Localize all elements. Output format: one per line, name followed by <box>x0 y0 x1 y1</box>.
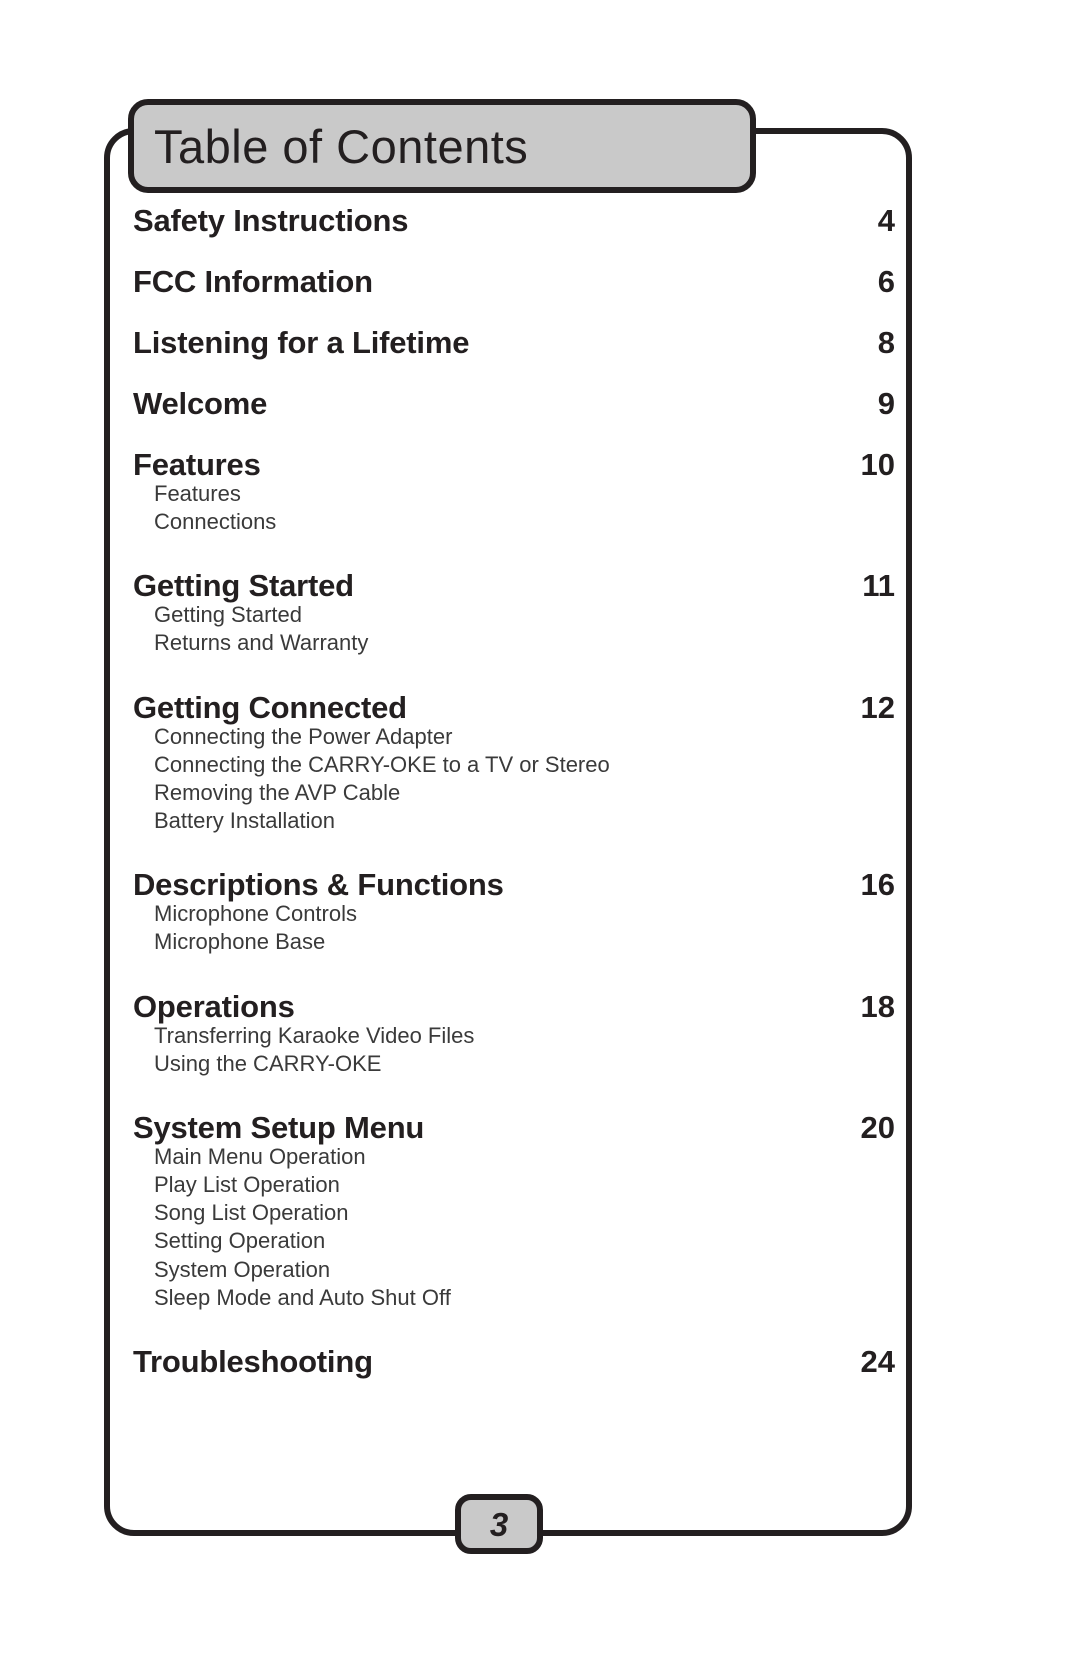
toc-entry-row[interactable]: Getting Connected 12 <box>133 692 895 723</box>
toc-entry-page-number: 24 <box>860 1343 895 1379</box>
toc-entry-row[interactable]: FCC Information 6 <box>133 266 895 297</box>
toc-entry-row[interactable]: Welcome 9 <box>133 388 895 419</box>
toc-entry-spacer <box>133 1312 895 1346</box>
toc-entry[interactable]: Descriptions & Functions 16 Microphone Con… <box>133 869 895 956</box>
toc-sub-item-list: Getting Started Returns and Warranty <box>133 601 895 657</box>
toc-sub-item[interactable]: Connections <box>154 508 895 536</box>
toc-entry[interactable]: FCC Information 6 <box>133 266 895 297</box>
toc-sub-item[interactable]: Getting Started <box>154 601 895 629</box>
toc-entry-spacer <box>133 297 895 327</box>
toc-entry[interactable]: System Setup Menu 20 Main Menu Operation Pl… <box>133 1112 895 1312</box>
toc-entry-title: System Setup Menu <box>133 1109 425 1145</box>
toc-sub-item[interactable]: Transferring Karaoke Video Files <box>154 1022 895 1050</box>
toc-entry-title: Getting Started <box>133 568 354 604</box>
page-number-value: 3 <box>489 1505 509 1543</box>
toc-entry-page-number: 9 <box>877 386 895 421</box>
toc-sub-item[interactable]: Main Menu Operation <box>154 1143 895 1171</box>
toc-entry-title: Safety Instructions <box>133 203 409 238</box>
toc-entry-title: Features <box>133 447 261 482</box>
toc-entry[interactable]: Safety Instructions 4 <box>133 205 895 236</box>
toc-sub-item-list: Connecting the Power Adapter Connecting t… <box>133 723 895 836</box>
table-of-contents-list: Safety Instructions 4 FCC Information 6 List… <box>133 205 895 1377</box>
page-number-badge: 3 <box>455 1494 543 1554</box>
toc-entry-title: Operations <box>133 988 295 1024</box>
toc-sub-item-list: Main Menu Operation Play List Operation So… <box>133 1143 895 1312</box>
toc-entry-spacer <box>133 419 895 449</box>
toc-entry-title: Welcome <box>133 386 268 421</box>
toc-sub-item[interactable]: Microphone Base <box>154 928 895 956</box>
toc-entry-spacer <box>133 658 895 692</box>
toc-sub-item[interactable]: Battery Installation <box>154 807 895 835</box>
toc-entry-row[interactable]: Getting Started 11 <box>133 570 895 601</box>
toc-entry-title: Troubleshooting <box>133 1343 373 1379</box>
toc-entry-row[interactable]: Features 10 <box>133 449 895 480</box>
toc-entry-row[interactable]: Descriptions & Functions 16 <box>133 869 895 900</box>
toc-entry-spacer <box>133 957 895 991</box>
toc-entry-page-number: 11 <box>862 568 895 604</box>
toc-entry[interactable]: Troubleshooting 24 <box>133 1346 895 1377</box>
toc-entry-spacer <box>133 236 895 266</box>
toc-sub-item[interactable]: Features <box>154 480 895 508</box>
toc-sub-item[interactable]: Using the CARRY-OKE <box>154 1050 895 1078</box>
toc-entry-spacer <box>133 358 895 388</box>
toc-entry-spacer <box>133 1078 895 1112</box>
toc-sub-item[interactable]: Connecting the Power Adapter <box>154 723 895 751</box>
toc-entry-row[interactable]: Operations 18 <box>133 991 895 1022</box>
toc-entry-page-number: 6 <box>877 264 895 299</box>
toc-entry-page-number: 18 <box>860 988 895 1024</box>
toc-sub-item[interactable]: Sleep Mode and Auto Shut Off <box>154 1284 895 1312</box>
toc-entry-spacer <box>133 536 895 570</box>
toc-entry-page-number: 20 <box>860 1109 895 1145</box>
toc-entry-row[interactable]: Listening for a Lifetime 8 <box>133 327 895 358</box>
toc-sub-item-list: Features Connections <box>133 480 895 536</box>
toc-entry[interactable]: Operations 18 Transferring Karaoke Video F… <box>133 991 895 1078</box>
toc-entry[interactable]: Listening for a Lifetime 8 <box>133 327 895 358</box>
toc-entry-row[interactable]: System Setup Menu 20 <box>133 1112 895 1143</box>
toc-entry-row[interactable]: Safety Instructions 4 <box>133 205 895 236</box>
toc-entry-page-number: 12 <box>860 689 895 725</box>
toc-sub-item[interactable]: Song List Operation <box>154 1199 895 1227</box>
toc-sub-item[interactable]: Returns and Warranty <box>154 629 895 657</box>
toc-sub-item[interactable]: Microphone Controls <box>154 900 895 928</box>
toc-sub-item-list: Microphone Controls Microphone Base <box>133 900 895 956</box>
toc-entry-page-number: 4 <box>877 203 895 238</box>
toc-entry-row[interactable]: Troubleshooting 24 <box>133 1346 895 1377</box>
toc-sub-item[interactable]: Setting Operation <box>154 1227 895 1255</box>
toc-entry-title: Listening for a Lifetime <box>133 325 470 360</box>
toc-entry-spacer <box>133 835 895 869</box>
page-title: Table of Contents <box>154 119 529 173</box>
toc-entry-title: Descriptions & Functions <box>133 867 504 903</box>
toc-entry[interactable]: Getting Connected 12 Connecting the Power … <box>133 692 895 836</box>
toc-entry-title: FCC Information <box>133 264 373 299</box>
toc-sub-item[interactable]: Removing the AVP Cable <box>154 779 895 807</box>
toc-entry[interactable]: Features 10 Features Connections <box>133 449 895 536</box>
toc-sub-item[interactable]: Play List Operation <box>154 1171 895 1199</box>
toc-entry[interactable]: Welcome 9 <box>133 388 895 419</box>
toc-sub-item-list: Transferring Karaoke Video Files Using th… <box>133 1022 895 1078</box>
toc-entry-page-number: 10 <box>860 447 895 482</box>
toc-entry-page-number: 16 <box>860 867 895 903</box>
page-title-box: Table of Contents <box>128 99 756 193</box>
toc-sub-item[interactable]: System Operation <box>154 1256 895 1284</box>
toc-entry-title: Getting Connected <box>133 689 407 725</box>
toc-entry-page-number: 8 <box>877 325 895 360</box>
toc-entry[interactable]: Getting Started 11 Getting Started Returns … <box>133 570 895 657</box>
toc-sub-item[interactable]: Connecting the CARRY-OKE to a TV or Ster… <box>154 751 895 779</box>
